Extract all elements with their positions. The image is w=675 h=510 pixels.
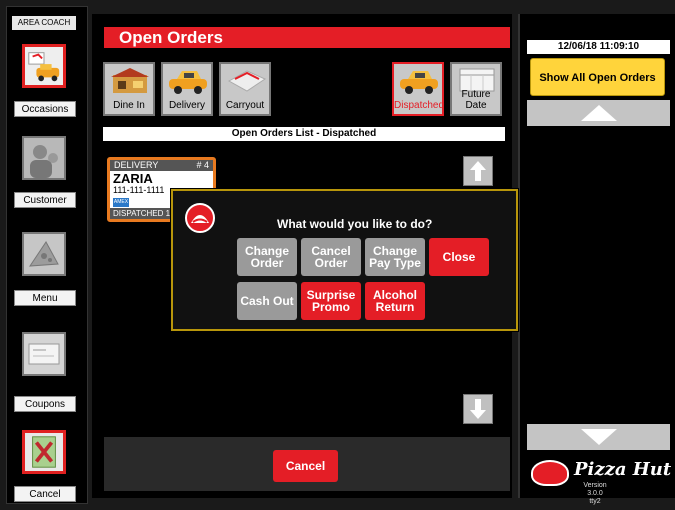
coupons-button[interactable] — [22, 332, 66, 376]
order-type: DELIVERY — [114, 160, 159, 170]
menu-button[interactable] — [22, 232, 66, 276]
occasions-icon — [25, 47, 63, 85]
cancel-button[interactable]: Cancel — [273, 450, 338, 482]
filter-dine-in-label: Dine In — [113, 100, 145, 111]
show-all-open-orders-button[interactable]: Show All Open Orders — [530, 58, 665, 96]
datetime-display: 12/06/18 11:09:10 — [527, 40, 670, 54]
filter-delivery-label: Delivery — [168, 100, 206, 111]
customer-name: ZARIA — [113, 171, 153, 186]
role-badge: AREA COACH — [12, 16, 76, 30]
dispatched-car-icon — [400, 71, 438, 94]
customer-icon — [24, 138, 64, 178]
amex-card-icon: AMEX — [113, 198, 129, 207]
right-scroll-down-button[interactable] — [527, 424, 670, 450]
change-pay-type-button[interactable]: Change Pay Type — [365, 238, 425, 276]
pizza-hut-roof-icon — [531, 460, 569, 486]
dine-in-icon — [111, 68, 149, 93]
occasions-button[interactable] — [22, 44, 66, 88]
carryout-box-icon — [227, 70, 267, 92]
close-button[interactable]: Close — [429, 238, 489, 276]
filter-dine-in-button[interactable]: Dine In — [103, 62, 155, 116]
customer-button[interactable] — [22, 136, 66, 180]
order-number: # 4 — [196, 160, 209, 170]
nav-label-coupons[interactable]: Coupons — [14, 396, 76, 412]
page-title: Open Orders — [104, 27, 510, 48]
alcohol-return-button[interactable]: Alcohol Return — [365, 282, 425, 320]
brand-name: Pizza Hut — [574, 459, 672, 480]
triangle-down-icon — [580, 429, 617, 445]
cancel-icon — [25, 433, 63, 471]
list-caption: Open Orders List - Dispatched — [103, 127, 505, 141]
change-order-button[interactable]: Change Order — [237, 238, 297, 276]
cancel-nav-button[interactable] — [22, 430, 66, 474]
pizza-hut-logo-icon — [185, 203, 215, 233]
nav-label-menu[interactable]: Menu — [14, 290, 76, 306]
filter-future-date-label: Future Date — [461, 89, 491, 111]
terminal-text: tty2 — [589, 498, 601, 505]
nav-label-customer[interactable]: Customer — [14, 192, 76, 208]
nav-label-occasions[interactable]: Occasions — [14, 101, 76, 117]
coupons-icon — [24, 334, 64, 374]
scroll-up-button[interactable] — [463, 156, 493, 186]
version-info: Version 3.0.0 tty2 — [575, 482, 615, 506]
right-scroll-up-button[interactable] — [527, 100, 670, 126]
dialog-prompt: What would you like to do? — [277, 217, 433, 231]
cash-out-button[interactable]: Cash Out — [237, 282, 297, 320]
filter-dispatched-button[interactable]: Dispatched — [392, 62, 444, 116]
surprise-promo-button[interactable]: Surprise Promo — [301, 282, 361, 320]
scroll-down-button[interactable] — [463, 394, 493, 424]
filter-dispatched-label: Dispatched — [394, 100, 444, 111]
delivery-car-icon — [169, 71, 207, 94]
version-text: Version 3.0.0 — [583, 482, 607, 497]
order-action-dialog: What would you like to do? Change Order … — [171, 189, 518, 331]
filter-carryout-button[interactable]: Carryout — [219, 62, 271, 116]
filter-carryout-label: Carryout — [225, 100, 265, 111]
order-type-row: DELIVERY # 4 — [110, 160, 213, 171]
filter-delivery-button[interactable]: Delivery — [161, 62, 213, 116]
arrow-up-icon — [470, 161, 486, 181]
nav-label-cancel[interactable]: Cancel — [14, 486, 76, 502]
cancel-order-button[interactable]: Cancel Order — [301, 238, 361, 276]
triangle-up-icon — [580, 105, 617, 121]
brand-area: Pizza Hut Version 3.0.0 tty2 — [527, 454, 672, 505]
filter-future-date-button[interactable]: Future Date — [450, 62, 502, 116]
menu-icon — [24, 234, 64, 274]
arrow-down-icon — [470, 399, 486, 419]
